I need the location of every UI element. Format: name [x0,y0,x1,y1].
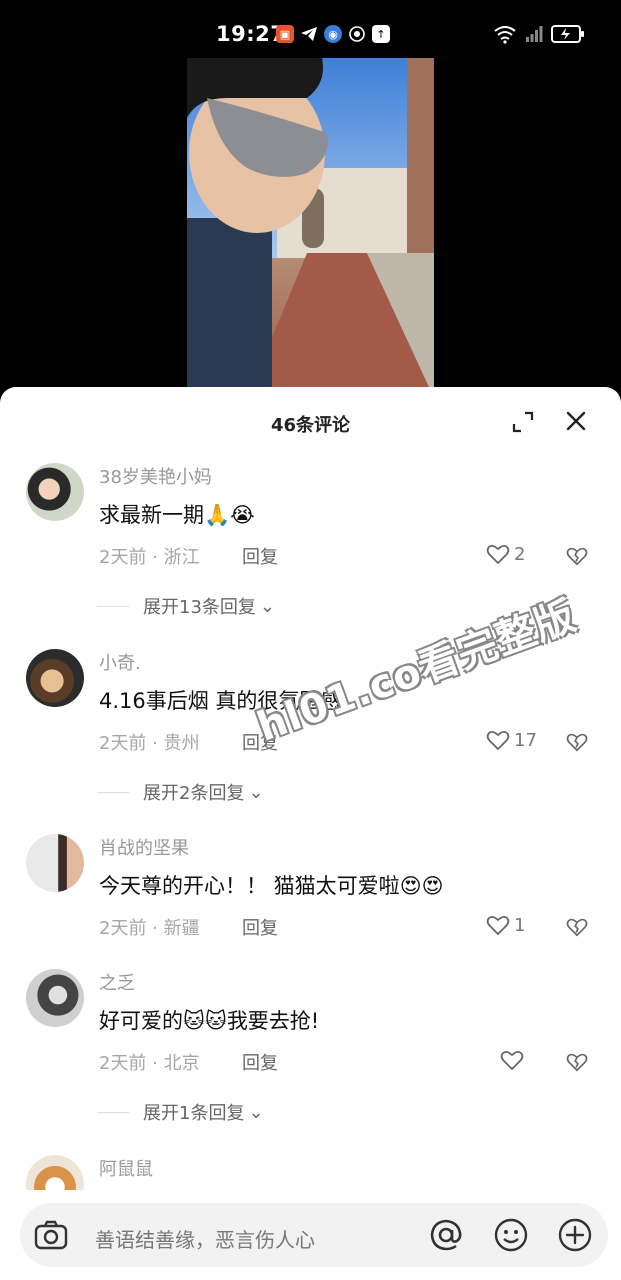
close-icon[interactable] [564,409,588,433]
comment-author[interactable]: 阿鼠鼠 [99,1155,153,1181]
heart-icon [500,1050,524,1071]
comment-text: 求最新一期🙏😭 [99,499,255,529]
expand-replies-button[interactable]: 展开13条回复 ⌄ [97,593,275,619]
emoji-heart-eyes: 😍 [399,874,422,898]
like-count: 2 [514,543,526,565]
comment-body-after: 我要去抢! [226,1009,320,1033]
comment-time: 2天前 [99,918,147,939]
comment-body: 好可爱的 [99,1009,183,1033]
comment-meta: 2天前 · 北京 [99,1053,200,1074]
like-button[interactable]: 1 [486,914,525,936]
comment-author[interactable]: 肖战的坚果 [99,834,189,860]
status-icons: ▣ ◉ ↑ [276,25,390,43]
video-player[interactable] [0,58,621,398]
expand-replies-button[interactable]: 展开1条回复 ⌄ [97,1099,264,1125]
divider [97,605,129,607]
wifi-icon [494,26,516,44]
status-bar: 19:27 ▣ ◉ ↑ [0,0,621,58]
emoji-pray: 🙏 [204,503,231,527]
hotspot-icon [348,25,366,43]
video-frame [187,58,434,398]
add-icon[interactable] [557,1217,593,1253]
broken-heart-icon[interactable] [566,916,588,938]
broken-heart-icon[interactable] [566,545,588,567]
emoji-cat: 🐱 [204,1009,227,1033]
reply-button[interactable]: 回复 [242,543,278,569]
mention-icon[interactable] [428,1217,464,1253]
comment-location: 新疆 [163,918,200,939]
comment-time: 2天前 [99,733,147,754]
like-count: 1 [514,914,526,936]
comment-meta: 2天前 · 新疆 [99,918,200,939]
app-badge-icon: ▣ [276,25,294,43]
comment-location: 贵州 [163,733,200,754]
comment-item: 肖战的坚果 今天尊的开心！！ 猫猫太可爱啦😍😍 2天前 · 新疆 回复 1 [0,834,621,954]
avatar[interactable] [26,649,84,707]
expand-replies-button[interactable]: 展开2条回复 ⌄ [97,779,264,805]
broken-heart-icon[interactable] [566,1051,588,1073]
like-button[interactable]: 2 [486,543,525,565]
upload-icon: ↑ [372,25,390,43]
comment-text: 好可爱的🐱🐱我要去抢! [99,1005,319,1035]
signal-icon [526,26,543,42]
heart-icon [486,730,510,751]
comment-time: 2天前 [99,547,147,568]
status-right [493,24,585,44]
comment-body: 求最新一期 [99,503,204,527]
heart-icon [486,915,510,936]
broken-heart-icon[interactable] [566,731,588,753]
status-time: 19:27 [216,22,286,46]
comment-item: 阿鼠鼠 [0,1155,621,1213]
chevron-down-icon: ⌄ [248,781,264,803]
comment-author[interactable]: 之乏 [99,969,135,995]
camera-icon[interactable] [33,1217,69,1253]
divider [97,791,129,793]
comment-author[interactable]: 小奇. [99,649,141,675]
heart-icon [486,544,510,565]
comment-input-bar: 善语结善缘，恶言伤人心 [0,1190,621,1280]
comment-text: 今天尊的开心！！ 猫猫太可爱啦😍😍 [99,870,444,900]
like-count: 17 [514,729,537,751]
comment-input[interactable]: 善语结善缘，恶言伤人心 [20,1203,608,1267]
expand-replies-label: 展开13条回复 [143,597,256,618]
chevron-down-icon: ⌄ [248,1101,264,1123]
battery-charging-icon [551,25,584,43]
comment-location: 浙江 [163,547,200,568]
comment-author[interactable]: 38岁美艳小妈 [99,463,212,489]
comment-input-placeholder: 善语结善缘，恶言伤人心 [95,1228,315,1252]
like-button[interactable]: 17 [486,729,537,751]
like-button[interactable] [500,1049,524,1071]
comment-meta: 2天前 · 贵州 [99,733,200,754]
chevron-down-icon: ⌄ [259,595,275,617]
comment-location: 北京 [163,1053,200,1074]
emoji-icon[interactable] [493,1217,529,1253]
avatar[interactable] [26,969,84,1027]
emoji-heart-eyes: 😍 [421,874,444,898]
comment-item: 之乏 好可爱的🐱🐱我要去抢! 2天前 · 北京 回复 展开1条回复 ⌄ [0,969,621,1129]
comments-sheet: 46条评论 38岁美艳小妈 求最新一期🙏😭 2天前 · 浙江 回复 2 展开13… [0,387,621,1280]
reply-button[interactable]: 回复 [242,914,278,940]
avatar[interactable] [26,834,84,892]
expand-replies-label: 展开1条回复 [143,1103,245,1124]
comment-time: 2天前 [99,1053,147,1074]
expand-replies-label: 展开2条回复 [143,783,245,804]
comment-body: 今天尊的开心！！ 猫猫太可爱啦 [99,874,400,898]
comment-meta: 2天前 · 浙江 [99,547,200,568]
emoji-cat: 🐱 [183,1009,205,1033]
divider [97,1111,129,1113]
telegram-icon [300,25,318,43]
reply-button[interactable]: 回复 [242,1049,278,1075]
fullscreen-icon[interactable] [512,411,534,433]
emoji-cry: 😭 [230,503,255,527]
browser-icon: ◉ [324,25,342,43]
avatar[interactable] [26,463,84,521]
